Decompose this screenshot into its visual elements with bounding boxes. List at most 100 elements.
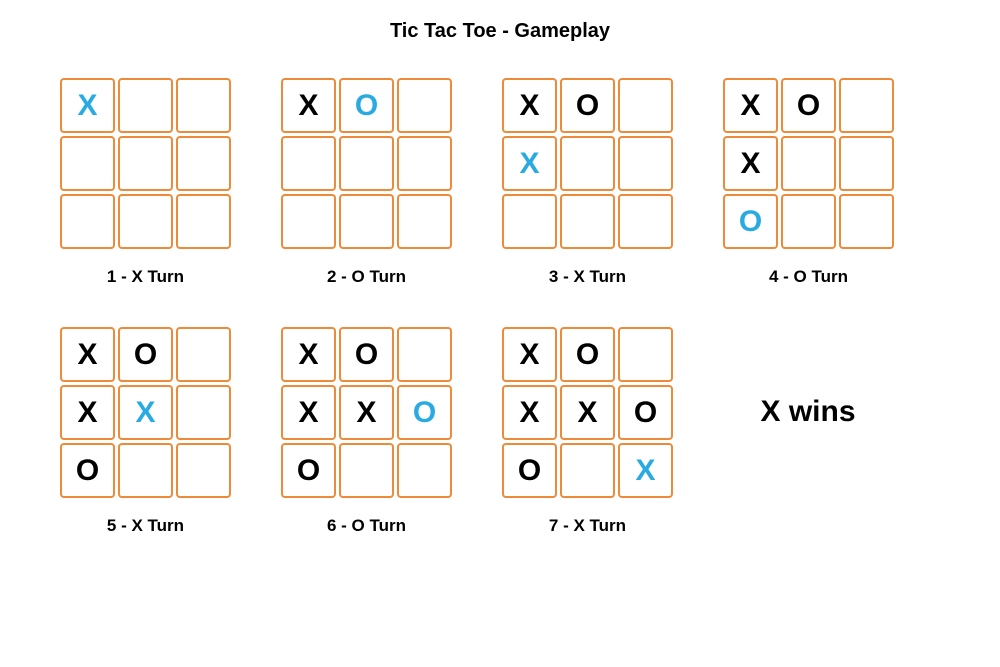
cell-2[interactable] bbox=[176, 327, 231, 382]
mark-x: X bbox=[298, 338, 318, 372]
cell-5[interactable] bbox=[618, 136, 673, 191]
cell-1[interactable]: O bbox=[560, 327, 615, 382]
cell-5[interactable] bbox=[397, 136, 452, 191]
mark-x: X bbox=[77, 89, 97, 123]
mark-o: O bbox=[797, 89, 820, 123]
cell-7[interactable] bbox=[339, 194, 394, 249]
cell-6[interactable]: O bbox=[281, 443, 336, 498]
mark-x: X bbox=[519, 89, 539, 123]
cell-0[interactable]: X bbox=[502, 327, 557, 382]
cell-1[interactable]: O bbox=[339, 78, 394, 133]
cell-7[interactable] bbox=[118, 194, 173, 249]
cell-8[interactable] bbox=[839, 194, 894, 249]
cell-4[interactable] bbox=[781, 136, 836, 191]
mark-o: O bbox=[76, 454, 99, 488]
cell-2[interactable] bbox=[176, 78, 231, 133]
cell-6[interactable]: O bbox=[723, 194, 778, 249]
mark-x: X bbox=[77, 338, 97, 372]
board-4: XOXO4 - O Turn bbox=[723, 78, 894, 287]
cell-8[interactable] bbox=[397, 194, 452, 249]
cell-3[interactable]: X bbox=[502, 385, 557, 440]
board-grid: XOXXO bbox=[60, 327, 231, 498]
cell-4[interactable] bbox=[339, 136, 394, 191]
cell-3[interactable]: X bbox=[281, 385, 336, 440]
mark-o: O bbox=[576, 89, 599, 123]
cell-4[interactable]: X bbox=[339, 385, 394, 440]
cell-7[interactable] bbox=[560, 443, 615, 498]
cell-1[interactable]: O bbox=[118, 327, 173, 382]
cell-2[interactable] bbox=[839, 78, 894, 133]
cell-6[interactable] bbox=[281, 194, 336, 249]
cell-6[interactable]: O bbox=[60, 443, 115, 498]
cell-0[interactable]: X bbox=[281, 327, 336, 382]
cell-0[interactable]: X bbox=[60, 327, 115, 382]
cell-5[interactable] bbox=[176, 136, 231, 191]
mark-o: O bbox=[297, 454, 320, 488]
cell-0[interactable]: X bbox=[723, 78, 778, 133]
cell-5[interactable]: O bbox=[397, 385, 452, 440]
cell-7[interactable] bbox=[781, 194, 836, 249]
cell-8[interactable] bbox=[397, 443, 452, 498]
cell-5[interactable] bbox=[839, 136, 894, 191]
cell-4[interactable] bbox=[118, 136, 173, 191]
cell-2[interactable] bbox=[618, 327, 673, 382]
row-1: X1 - X TurnXO2 - O TurnXOX3 - X TurnXOXO… bbox=[40, 78, 960, 287]
board-caption: 4 - O Turn bbox=[769, 267, 848, 287]
cell-1[interactable]: O bbox=[560, 78, 615, 133]
mark-x: X bbox=[577, 396, 597, 430]
mark-o: O bbox=[413, 396, 436, 430]
cell-4[interactable] bbox=[560, 136, 615, 191]
mark-o: O bbox=[134, 338, 157, 372]
cell-8[interactable] bbox=[176, 443, 231, 498]
cell-3[interactable]: X bbox=[60, 385, 115, 440]
cell-8[interactable]: X bbox=[618, 443, 673, 498]
cell-5[interactable]: O bbox=[618, 385, 673, 440]
cell-6[interactable] bbox=[502, 194, 557, 249]
page-title: Tic Tac Toe - Gameplay bbox=[40, 20, 960, 43]
cell-3[interactable] bbox=[60, 136, 115, 191]
cell-7[interactable] bbox=[560, 194, 615, 249]
cell-0[interactable]: X bbox=[281, 78, 336, 133]
board-grid: XOXO bbox=[723, 78, 894, 249]
board-caption: 7 - X Turn bbox=[549, 516, 626, 536]
board-3: X O X 3 - X Turn bbox=[502, 78, 673, 287]
board-caption: 1 - X Turn bbox=[107, 267, 184, 287]
cell-7[interactable] bbox=[339, 443, 394, 498]
cell-7[interactable] bbox=[118, 443, 173, 498]
cell-3[interactable]: X bbox=[502, 136, 557, 191]
cell-0[interactable]: X bbox=[502, 78, 557, 133]
board-grid: XOXXOOX bbox=[502, 327, 673, 498]
cell-3[interactable] bbox=[281, 136, 336, 191]
cell-3[interactable]: X bbox=[723, 136, 778, 191]
board-grid: XOXXOO bbox=[281, 327, 452, 498]
cell-1[interactable] bbox=[118, 78, 173, 133]
cell-0[interactable]: X bbox=[60, 78, 115, 133]
mark-x: X bbox=[519, 147, 539, 181]
cell-8[interactable] bbox=[618, 194, 673, 249]
mark-x: X bbox=[740, 89, 760, 123]
board-caption: 6 - O Turn bbox=[327, 516, 406, 536]
mark-x: X bbox=[519, 338, 539, 372]
result-text: X wins bbox=[760, 395, 855, 429]
mark-o: O bbox=[518, 454, 541, 488]
cell-1[interactable]: O bbox=[781, 78, 836, 133]
boards-container: X1 - X TurnXO2 - O TurnXOX3 - X TurnXOXO… bbox=[40, 78, 960, 536]
board-1: X 1 - X Turn bbox=[60, 78, 231, 287]
cell-8[interactable] bbox=[176, 194, 231, 249]
mark-x: X bbox=[740, 147, 760, 181]
cell-5[interactable] bbox=[176, 385, 231, 440]
mark-o: O bbox=[355, 89, 378, 123]
cell-2[interactable] bbox=[618, 78, 673, 133]
cell-4[interactable]: X bbox=[560, 385, 615, 440]
cell-6[interactable] bbox=[60, 194, 115, 249]
cell-2[interactable] bbox=[397, 78, 452, 133]
board-7: XOXXOOX7 - X Turn bbox=[502, 327, 673, 536]
cell-1[interactable]: O bbox=[339, 327, 394, 382]
cell-4[interactable]: X bbox=[118, 385, 173, 440]
board-5: XOXXO5 - X Turn bbox=[60, 327, 231, 536]
board-caption: 3 - X Turn bbox=[549, 267, 626, 287]
cell-6[interactable]: O bbox=[502, 443, 557, 498]
cell-2[interactable] bbox=[397, 327, 452, 382]
mark-x: X bbox=[519, 396, 539, 430]
board-6: XOXXOO6 - O Turn bbox=[281, 327, 452, 536]
